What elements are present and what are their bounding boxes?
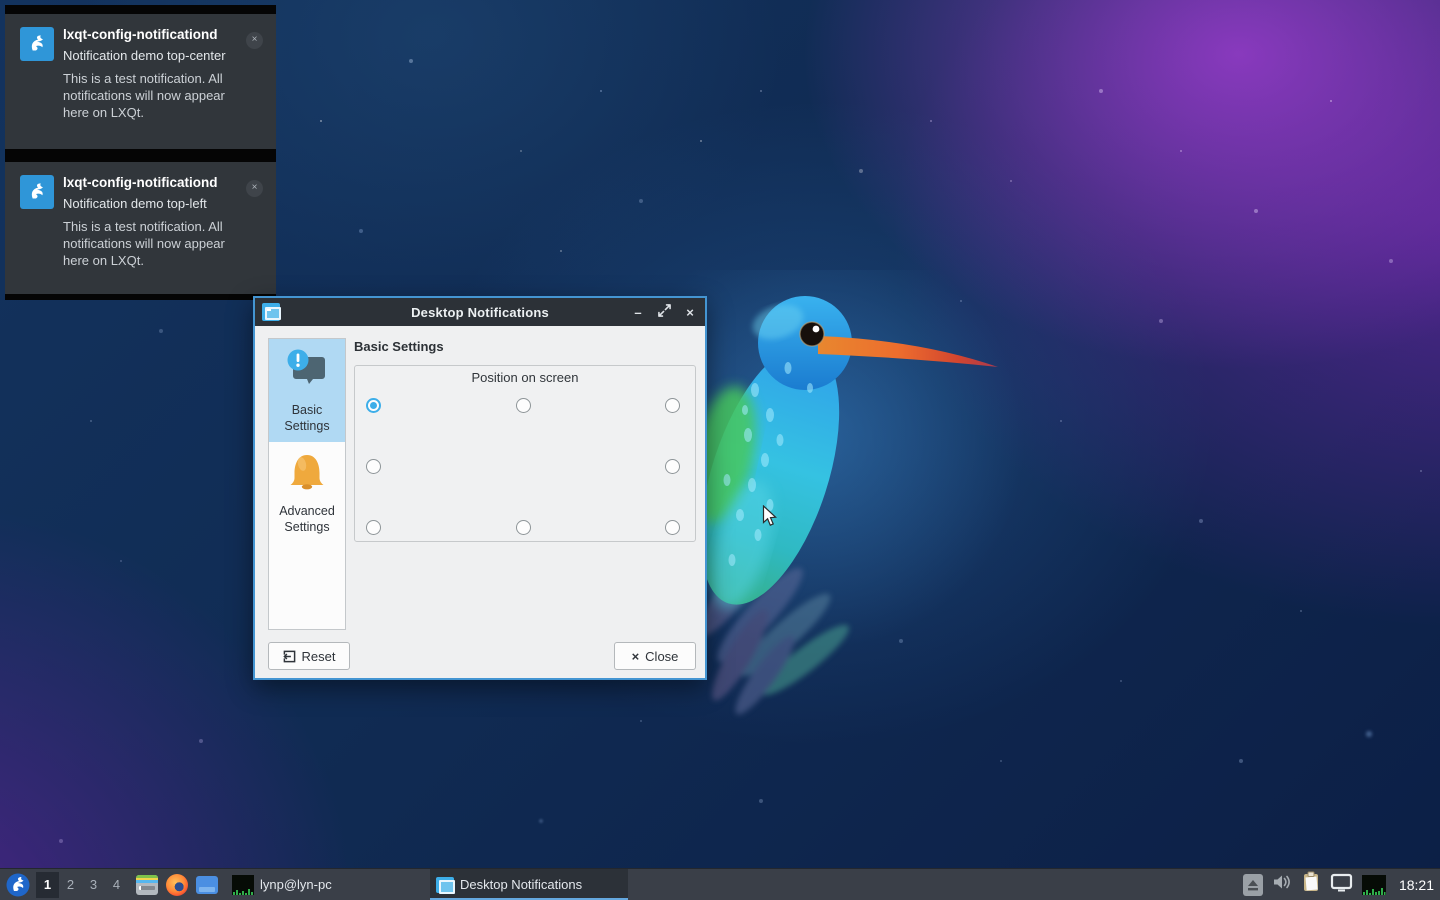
- groupbox-title: Position on screen: [355, 370, 695, 385]
- notification-app-name: lxqt-config-notificationd: [63, 26, 239, 43]
- lxqt-bird-icon: [20, 175, 54, 209]
- radio-middle-left[interactable]: [366, 459, 381, 474]
- radio-top-right[interactable]: [665, 398, 680, 413]
- settings-sidebar: Basic Settings Advanced Settings: [268, 338, 346, 630]
- file-manager-icon[interactable]: [136, 875, 158, 895]
- reset-icon: [283, 650, 296, 663]
- close-label: Close: [645, 649, 678, 664]
- radio-middle-right[interactable]: [665, 459, 680, 474]
- radio-bottom-left[interactable]: [366, 520, 381, 535]
- notification-summary: Notification demo top-center: [63, 47, 239, 64]
- volume-icon[interactable]: [1272, 873, 1292, 896]
- restore-button[interactable]: [657, 304, 671, 320]
- lxqt-start-menu-button[interactable]: [6, 873, 30, 897]
- notification-body: This is a test notification. All notific…: [63, 218, 239, 269]
- system-monitor-icon[interactable]: [1362, 875, 1386, 895]
- clipboard-icon[interactable]: [1301, 871, 1321, 898]
- notification-app-name: lxqt-config-notificationd: [63, 174, 239, 191]
- taskbar: 1 2 3 4 lynp@lyn-pc Desktop Not: [0, 868, 1440, 900]
- page-heading: Basic Settings: [354, 339, 444, 354]
- desktop: × lxqt-config-notificationd Notification…: [0, 0, 1440, 900]
- firefox-icon[interactable]: [166, 874, 188, 896]
- mouse-cursor: [762, 505, 778, 532]
- wallpaper-stars: [0, 0, 2, 2]
- workspace-2[interactable]: 2: [59, 872, 82, 898]
- close-button-bottom[interactable]: × Close: [614, 642, 696, 670]
- display-icon[interactable]: [196, 876, 218, 894]
- terminal-thumbnail-icon: [232, 875, 254, 895]
- radio-bottom-right[interactable]: [665, 520, 680, 535]
- workspace-3[interactable]: 3: [82, 872, 105, 898]
- taskbar-window-label: Desktop Notifications: [460, 877, 582, 892]
- reset-button[interactable]: Reset: [268, 642, 350, 670]
- desktop-notifications-window: Desktop Notifications – ×: [253, 296, 707, 680]
- radio-top-left[interactable]: [366, 398, 381, 413]
- close-icon[interactable]: ×: [246, 32, 263, 49]
- notification-bubble-icon: [269, 347, 345, 398]
- window-icon: [262, 303, 280, 321]
- reset-label: Reset: [302, 649, 336, 664]
- notification-top-center[interactable]: × lxqt-config-notificationd Notification…: [5, 5, 276, 155]
- sidebar-item-basic-settings[interactable]: Basic Settings: [269, 339, 345, 442]
- taskbar-window-label: lynp@lyn-pc: [260, 877, 332, 892]
- position-on-screen-group: Position on screen: [354, 365, 696, 542]
- sidebar-item-advanced-settings[interactable]: Advanced Settings: [269, 442, 345, 543]
- notification-body: This is a test notification. All notific…: [63, 70, 239, 121]
- minimize-button[interactable]: –: [631, 305, 645, 320]
- window-icon: [436, 877, 454, 893]
- taskbar-window-desktop-notifications[interactable]: Desktop Notifications: [430, 869, 628, 900]
- sidebar-item-label: Advanced Settings: [269, 503, 345, 543]
- taskbar-window-terminal[interactable]: lynp@lyn-pc: [226, 869, 422, 900]
- close-button[interactable]: ×: [683, 305, 697, 320]
- workspace-1[interactable]: 1: [36, 872, 59, 898]
- close-icon[interactable]: ×: [246, 180, 263, 197]
- notification-top-left[interactable]: × lxqt-config-notificationd Notification…: [5, 153, 276, 300]
- screen-tray-icon[interactable]: [1330, 872, 1353, 897]
- close-x-icon: ×: [632, 649, 640, 664]
- radio-top-center[interactable]: [516, 398, 531, 413]
- bell-icon: [269, 450, 345, 499]
- lxqt-bird-icon: [20, 27, 54, 61]
- removable-media-icon[interactable]: [1243, 874, 1263, 896]
- workspace-4[interactable]: 4: [105, 872, 128, 898]
- sidebar-item-label: Basic Settings: [269, 402, 345, 442]
- radio-bottom-center[interactable]: [516, 520, 531, 535]
- notification-summary: Notification demo top-left: [63, 195, 239, 212]
- clock[interactable]: 18:21: [1399, 877, 1434, 893]
- window-titlebar[interactable]: Desktop Notifications – ×: [255, 298, 705, 326]
